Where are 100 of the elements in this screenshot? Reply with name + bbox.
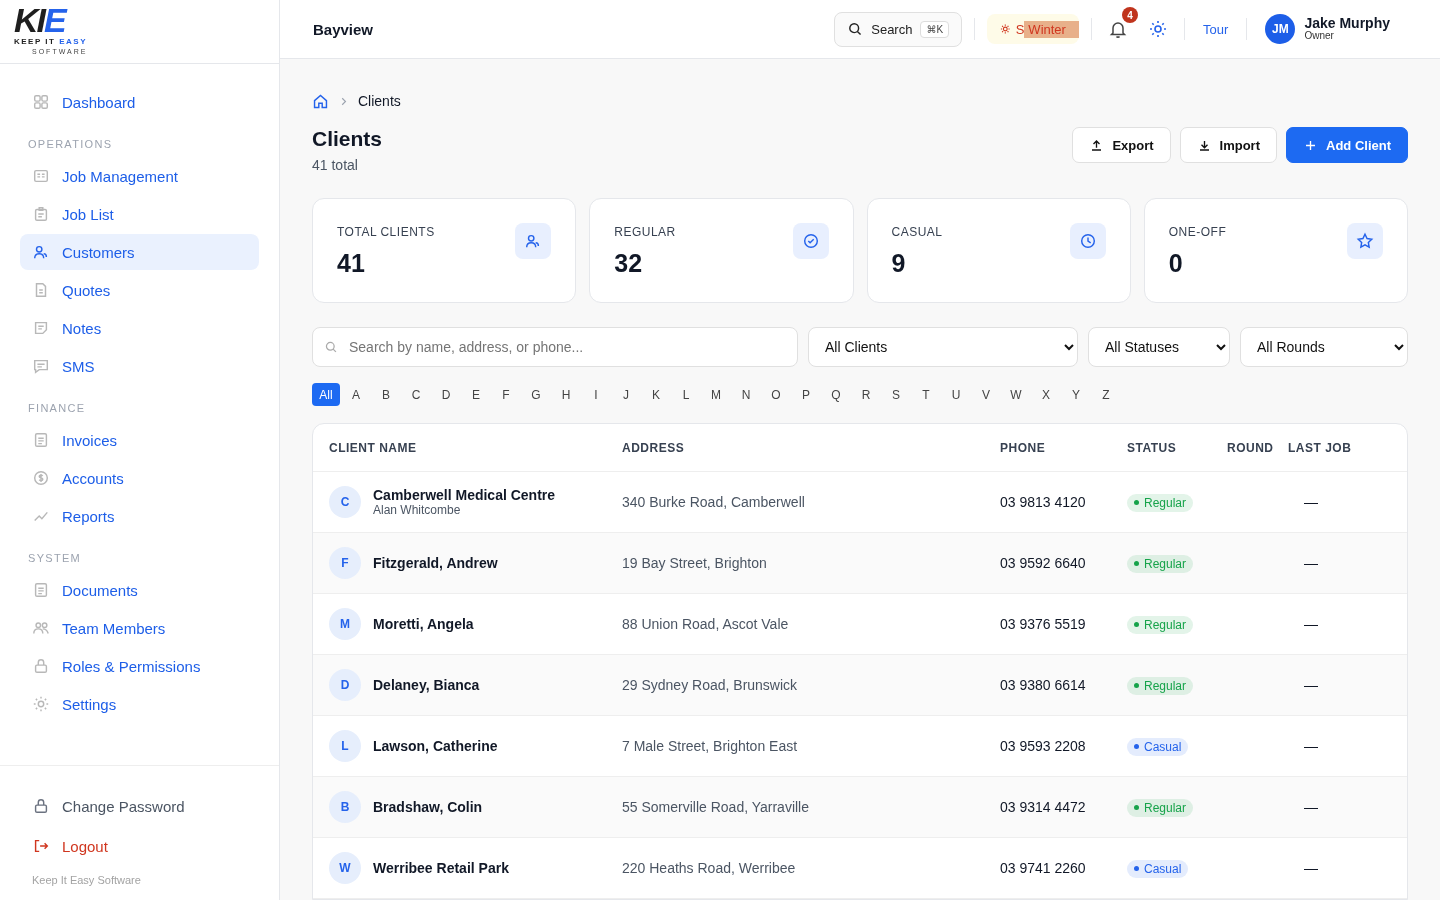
client-name[interactable]: Camberwell Medical Centre (373, 487, 556, 503)
last-job-text: — (1304, 860, 1318, 876)
client-initial: L (329, 730, 361, 762)
letter-filter[interactable]: P (792, 383, 820, 406)
phone-number: 03 9314 4472 (1000, 799, 1086, 815)
letter-filter[interactable]: L (672, 383, 700, 406)
last-job-text: — (1304, 677, 1318, 693)
address-text: 7 Male Street, Brighton East (622, 738, 798, 754)
letter-filter[interactable]: R (852, 383, 880, 406)
letter-filter[interactable]: Q (822, 383, 850, 406)
phone-number: 03 9380 6614 (1000, 677, 1086, 693)
nav-item[interactable]: Invoices (20, 422, 259, 458)
sun-icon[interactable] (1148, 19, 1169, 39)
last-job-text: — (1304, 494, 1318, 510)
nav-item[interactable]: Team Members (20, 610, 259, 646)
letter-filter[interactable]: T (912, 383, 940, 406)
user-avatar[interactable]: JM (1265, 14, 1296, 44)
search-button[interactable]: Search ⌘K (834, 11, 963, 47)
client-name[interactable]: Delaney, Bianca (373, 677, 480, 693)
last-job-text: — (1304, 616, 1318, 632)
filter-dropdown[interactable]: All Clients (808, 327, 1078, 367)
letter-filter[interactable]: Z (1092, 383, 1120, 406)
letter-filter[interactable]: J (612, 383, 640, 406)
nav-item[interactable]: Job List (20, 196, 259, 232)
letter-filter[interactable]: A (342, 383, 370, 406)
letter-filter[interactable]: N (732, 383, 760, 406)
home-icon[interactable] (312, 92, 329, 110)
nav-item[interactable]: Notes (20, 310, 259, 346)
stat-label: REGULAR (614, 225, 676, 239)
nav-item[interactable]: Roles & Permissions (20, 648, 259, 684)
letter-filter[interactable]: M (702, 383, 730, 406)
letter-filter[interactable]: O (762, 383, 790, 406)
letter-filter[interactable]: G (522, 383, 550, 406)
status-tag: Regular (1127, 493, 1194, 512)
export-button[interactable]: Export (1072, 127, 1171, 163)
letter-filter[interactable]: I (582, 383, 610, 406)
column-header: STATUS (1126, 440, 1178, 455)
letter-filter[interactable]: X (1032, 383, 1060, 406)
client-name[interactable]: Werribee Retail Park (373, 860, 509, 876)
client-name[interactable]: Fitzgerald, Andrew (373, 555, 498, 571)
letter-filter[interactable]: U (942, 383, 970, 406)
change-password-link[interactable]: Change Password (20, 786, 259, 826)
status-tag: Regular (1127, 676, 1194, 695)
filter-dropdown[interactable]: All Statuses (1088, 327, 1230, 367)
logout-link[interactable]: Logout (20, 826, 259, 866)
clock-icon (1078, 232, 1097, 250)
nav-item[interactable]: Accounts (20, 460, 259, 496)
letter-filter[interactable]: F (492, 383, 520, 406)
check-circle-icon (801, 232, 820, 250)
last-job-text: — (1304, 555, 1318, 571)
breadcrumb-item: Clients (358, 93, 401, 109)
nav-item[interactable]: Dashboard (20, 84, 259, 120)
lock-icon (32, 797, 50, 815)
letter-filter[interactable]: E (462, 383, 490, 406)
stat-label: ONE-OFF (1168, 225, 1227, 239)
star-icon (1356, 232, 1374, 250)
letter-filter[interactable]: C (402, 383, 430, 406)
add-button[interactable]: Add Client (1286, 127, 1408, 163)
season-pill[interactable]: S Winter (987, 14, 1080, 44)
letter-filter[interactable]: All (312, 383, 340, 406)
list-icon (32, 167, 50, 185)
gear-icon (32, 695, 50, 713)
client-name[interactable]: Moretti, Angela (373, 616, 474, 632)
address-text: 220 Heaths Road, Werribee (622, 860, 796, 876)
client-initial: M (329, 608, 361, 640)
phone-number: 03 9592 6640 (1000, 555, 1086, 571)
client-initial: D (329, 669, 361, 701)
nav-item[interactable]: Quotes (20, 272, 259, 308)
letter-filter[interactable]: D (432, 383, 460, 406)
letter-filter[interactable]: H (552, 383, 580, 406)
column-header: ADDRESS (621, 440, 686, 455)
page-subtitle: 41 total (312, 157, 359, 173)
search-icon (847, 21, 864, 37)
letter-filter[interactable]: Y (1062, 383, 1090, 406)
filter-dropdown[interactable]: All Rounds (1240, 327, 1408, 367)
status-tag: Casual (1127, 737, 1189, 756)
team-icon (32, 619, 50, 637)
nav-item[interactable]: Job Management (20, 158, 259, 194)
nav-item[interactable]: Customers (20, 234, 259, 270)
letter-filter[interactable]: W (1002, 383, 1030, 406)
stat-value: 0 (1168, 249, 1184, 278)
search-icon (324, 340, 338, 354)
nav-item[interactable]: Settings (20, 686, 259, 722)
client-name[interactable]: Lawson, Catherine (373, 738, 498, 754)
client-name[interactable]: Bradshaw, Colin (373, 799, 483, 815)
client-initial: F (329, 547, 361, 579)
letter-filter[interactable]: V (972, 383, 1000, 406)
note-icon (32, 319, 50, 337)
letter-filter[interactable]: B (372, 383, 400, 406)
import-button[interactable]: Import (1179, 127, 1277, 163)
stat-label: TOTAL CLIENTS (337, 225, 435, 239)
letter-filter[interactable]: S (882, 383, 910, 406)
tour-link[interactable]: Tour (1197, 21, 1235, 37)
nav-item[interactable]: SMS (20, 348, 259, 384)
letter-filter[interactable]: K (642, 383, 670, 406)
nav-item[interactable]: Documents (20, 572, 259, 608)
last-job-text: — (1304, 738, 1318, 754)
search-field[interactable]: Search by name, address, or phone... (312, 327, 798, 367)
nav-item[interactable]: Reports (20, 498, 259, 534)
column-header: CLIENT NAME (328, 440, 418, 455)
